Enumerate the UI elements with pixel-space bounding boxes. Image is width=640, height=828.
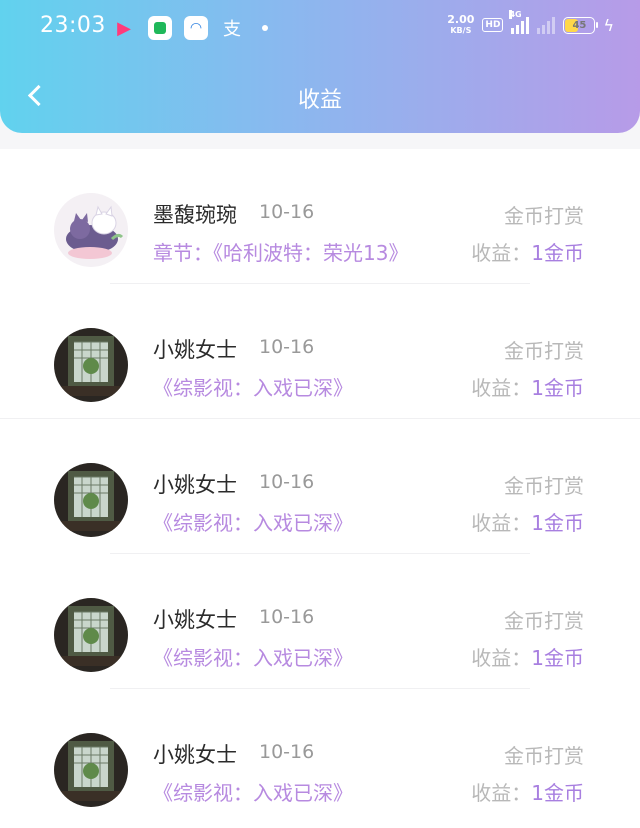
battery-icon: 45: [563, 16, 599, 34]
tipper-name: 小姚女士: [153, 743, 237, 767]
earning-row[interactable]: 小姚女士 10-16 金币打赏 《综影视：入戏已深》 收益：1金币: [0, 554, 640, 689]
book-link[interactable]: 《综影视：入戏已深》: [153, 507, 353, 536]
earning-row[interactable]: 墨馥琬琬 10-16 金币打赏 章节：《哈利波特：荣光13》 收益：1金币: [0, 149, 640, 284]
earning-amount: 收益：1金币: [471, 646, 584, 670]
more-notifications-dot: [262, 25, 268, 31]
signal-4g-icon: 4G: [509, 10, 530, 34]
tip-type: 金币打赏: [504, 204, 584, 228]
avatar[interactable]: [54, 193, 128, 267]
alipay-icon: 支: [223, 19, 241, 40]
book-link[interactable]: 《综影视：入戏已深》: [153, 372, 353, 401]
earning-row[interactable]: 小姚女士 10-16 金币打赏 《综影视：入戏已深》 收益：1金币: [0, 419, 640, 554]
avatar[interactable]: [54, 598, 128, 672]
green-app-icon: [148, 16, 172, 40]
notification-icons: ▶ ◠ 支: [112, 16, 268, 40]
tip-type: 金币打赏: [504, 744, 584, 768]
tipper-name: 小姚女士: [153, 473, 237, 497]
earning-amount: 收益：1金币: [471, 241, 584, 265]
system-icons: 2.00 KB/S HD 4G 45 ϟ: [447, 10, 614, 36]
earning-amount: 收益：1金币: [471, 511, 584, 535]
tip-date: 10-16: [259, 201, 315, 223]
book-link[interactable]: 《综影视：入戏已深》: [153, 642, 353, 671]
status-time: 23:03: [40, 13, 106, 38]
tip-date: 10-16: [259, 741, 315, 763]
tip-date: 10-16: [259, 471, 315, 493]
hd-voice-icon: HD: [482, 18, 504, 32]
net-speed: 2.00 KB/S: [447, 13, 475, 35]
tip-date: 10-16: [259, 606, 315, 628]
youku-icon: ▶: [117, 17, 131, 39]
charging-icon: ϟ: [603, 15, 614, 35]
earning-amount: 收益：1金币: [471, 376, 584, 400]
avatar[interactable]: [54, 328, 128, 402]
tip-type: 金币打赏: [504, 474, 584, 498]
earning-row[interactable]: 小姚女士 10-16 金币打赏 《综影视：入戏已深》 收益：1金币: [0, 284, 640, 419]
avatar[interactable]: [54, 463, 128, 537]
book-link[interactable]: 《综影视：入戏已深》: [153, 777, 353, 806]
tipper-name: 小姚女士: [153, 608, 237, 632]
status-bar: 23:03 ▶ ◠ 支 2.00 KB/S HD 4G 45 ϟ: [0, 0, 640, 56]
earning-row[interactable]: 小姚女士 10-16 金币打赏 《综影视：入戏已深》 收益：1金币: [0, 689, 640, 824]
signal-sim2-icon: [537, 16, 556, 34]
tipper-name: 墨馥琬琬: [153, 203, 237, 227]
page-title: 收益: [297, 88, 342, 113]
avatar[interactable]: [54, 733, 128, 807]
earning-amount: 收益：1金币: [471, 781, 584, 805]
book-link[interactable]: 章节：《哈利波特：荣光13》: [153, 237, 408, 266]
tip-type: 金币打赏: [504, 609, 584, 633]
browser-icon: ◠: [184, 16, 208, 40]
app-header: 23:03 ▶ ◠ 支 2.00 KB/S HD 4G 45 ϟ 收益: [0, 0, 640, 133]
tip-date: 10-16: [259, 336, 315, 358]
tipper-name: 小姚女士: [153, 338, 237, 362]
earnings-list: 墨馥琬琬 10-16 金币打赏 章节：《哈利波特：荣光13》 收益：1金币 小姚…: [0, 149, 640, 828]
tip-type: 金币打赏: [504, 339, 584, 363]
